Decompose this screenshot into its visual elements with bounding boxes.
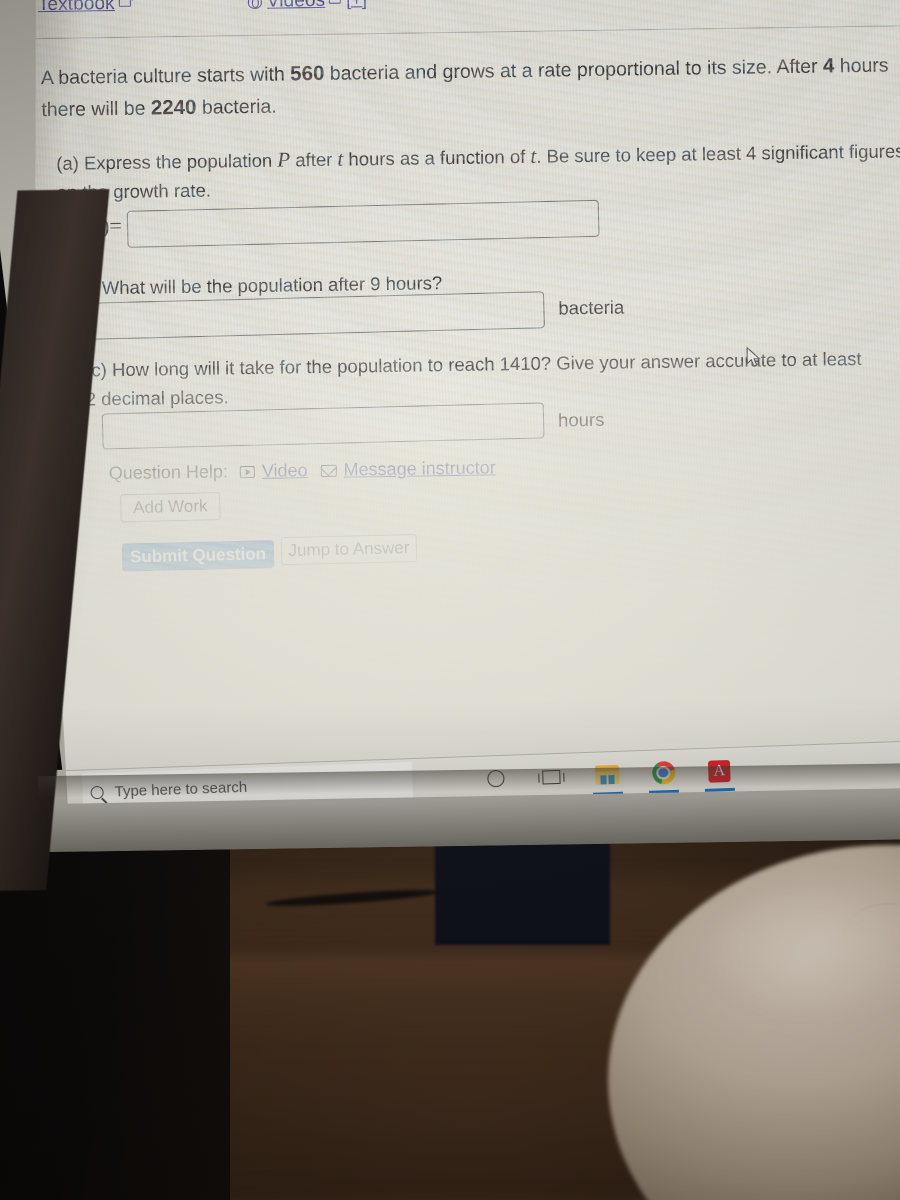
dark-device-under-monitor bbox=[435, 840, 610, 945]
monitor: Textbook Videos[+] A bacteria culture st… bbox=[0, 0, 900, 892]
monitor-screen: Textbook Videos[+] A bacteria culture st… bbox=[18, 0, 900, 804]
photograph-of-monitor: Textbook Videos[+] A bacteria culture st… bbox=[0, 0, 900, 1200]
moire-fade-mask bbox=[18, 0, 900, 804]
